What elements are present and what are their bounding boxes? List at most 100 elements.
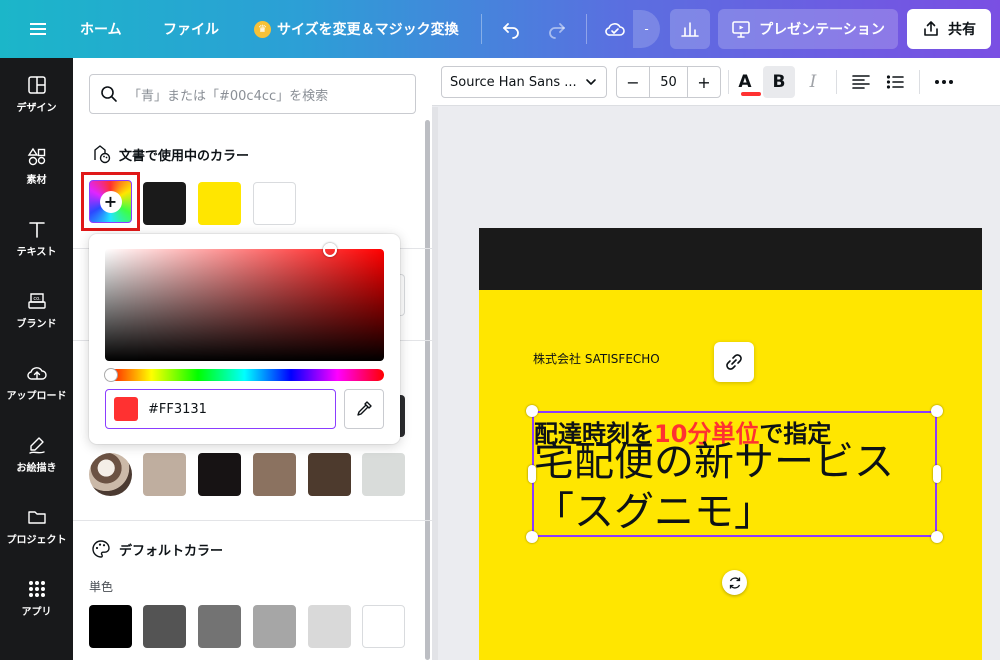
photo-color-swatch[interactable] [198, 453, 241, 496]
solid-color-swatch[interactable] [362, 605, 405, 648]
text-color-button[interactable]: A [729, 66, 762, 98]
page-header-band[interactable] [479, 228, 982, 290]
photo-color-swatch[interactable] [143, 453, 186, 496]
solid-color-swatch[interactable] [143, 605, 186, 648]
draw-icon [26, 434, 48, 456]
rail-item-draw[interactable]: お絵描き [0, 434, 73, 494]
resize-handle-right[interactable] [933, 465, 941, 483]
eyedropper-button[interactable] [344, 389, 384, 429]
eyedropper-icon [357, 401, 372, 416]
palette-icon [92, 540, 110, 558]
resize-handle-br[interactable] [931, 531, 943, 543]
present-button[interactable]: プレゼンテーション [718, 9, 898, 49]
collaborator-indicator[interactable]: - [633, 10, 660, 48]
brand-icon: co. [26, 290, 48, 312]
font-family-select[interactable]: Source Han Sans ... [441, 66, 607, 98]
more-options-button[interactable] [928, 66, 960, 98]
solid-colors-label: 単色 [89, 580, 114, 594]
rotate-handle[interactable] [722, 570, 747, 595]
solid-color-swatch[interactable] [253, 605, 296, 648]
divider [481, 14, 482, 44]
plus-icon: + [99, 190, 122, 213]
solid-color-swatch[interactable] [198, 605, 241, 648]
side-rail: デザイン 素材 テキスト co. ブランド アップロード お絵描き プロジェクト… [0, 58, 73, 660]
rail-item-apps[interactable]: アプリ [0, 578, 73, 638]
hex-value: #FF3131 [148, 401, 207, 417]
photo-color-swatch[interactable] [253, 453, 296, 496]
rail-item-upload[interactable]: アップロード [0, 362, 73, 422]
italic-button[interactable]: I [797, 66, 829, 98]
hex-input[interactable]: #FF3131 [105, 389, 336, 429]
saturation-knob[interactable] [323, 243, 337, 257]
menu-icon[interactable] [24, 0, 52, 58]
file-menu-button[interactable]: ファイル [163, 0, 219, 58]
insights-button[interactable] [670, 9, 710, 49]
top-bar: ホーム ファイル ♛ サイズを変更＆マジック変換 - プレゼンテーション 共有 [0, 0, 1000, 58]
share-icon [924, 21, 938, 36]
hue-knob[interactable] [104, 368, 118, 382]
home-button[interactable]: ホーム [80, 0, 122, 58]
resize-magic-button[interactable]: ♛ サイズを変更＆マジック変換 [254, 0, 459, 58]
list-button[interactable] [879, 66, 911, 98]
photo-color-swatch[interactable] [308, 453, 351, 496]
saturation-area[interactable] [105, 243, 384, 361]
rail-item-elements[interactable]: 素材 [0, 146, 73, 206]
rail-item-design[interactable]: デザイン [0, 74, 73, 134]
divider [73, 520, 432, 521]
present-label: プレゼンテーション [759, 22, 885, 38]
rail-item-brand[interactable]: co. ブランド [0, 290, 73, 350]
italic-icon: I [809, 72, 817, 92]
bullet-list-icon [886, 75, 904, 89]
panel-scrollbar[interactable] [425, 120, 430, 660]
divider [919, 70, 920, 94]
doc-color-swatch[interactable] [253, 182, 296, 225]
hue-slider[interactable] [104, 368, 384, 382]
layout-icon [26, 74, 48, 96]
doc-color-swatch[interactable] [143, 182, 186, 225]
align-button[interactable] [845, 66, 877, 98]
link-button[interactable] [714, 342, 754, 382]
svg-text:co.: co. [33, 296, 41, 302]
chevron-down-icon [586, 79, 596, 85]
photo-color-swatch[interactable] [362, 453, 405, 496]
rail-item-projects[interactable]: プロジェクト [0, 506, 73, 566]
doc-colors-title: 文書で使用中のカラー [119, 148, 250, 164]
cloud-save-icon[interactable] [601, 15, 629, 43]
rail-item-text[interactable]: テキスト [0, 218, 73, 278]
rail-label: テキスト [16, 247, 57, 258]
undo-icon[interactable] [497, 15, 525, 43]
selection-box [532, 411, 937, 537]
font-size-value[interactable]: 50 [649, 67, 688, 97]
resize-handle-left[interactable] [528, 465, 536, 483]
palette-doc-icon [94, 145, 111, 164]
increase-size-button[interactable]: + [688, 67, 720, 97]
search-placeholder: 「青」または「#00c4cc」を検索 [128, 88, 329, 104]
resize-handle-bl[interactable] [526, 531, 538, 543]
rail-label: アップロード [6, 391, 67, 402]
current-color-chip [114, 397, 138, 421]
company-name-text[interactable]: 株式会社 SATISFECHO [533, 350, 660, 367]
color-search-input[interactable]: 「青」または「#00c4cc」を検索 [89, 74, 416, 114]
decrease-size-button[interactable]: − [617, 67, 649, 97]
resize-handle-tr[interactable] [931, 405, 943, 417]
bold-button[interactable]: B [763, 66, 795, 98]
add-color-button[interactable]: + [89, 180, 132, 223]
solid-color-swatch[interactable] [89, 605, 132, 648]
photo-thumbnail[interactable] [89, 453, 132, 496]
font-name: Source Han Sans ... [450, 74, 577, 90]
rail-label: アプリ [21, 607, 52, 618]
redo-icon[interactable] [543, 15, 571, 43]
rail-label: デザイン [16, 103, 57, 114]
doc-color-swatch[interactable] [198, 182, 241, 225]
divider [586, 14, 587, 44]
search-icon [101, 86, 117, 102]
resize-handle-tl[interactable] [526, 405, 538, 417]
design-page[interactable]: 株式会社 SATISFECHO 配達時刻を10分単位で指定 宅配便の新サービス … [479, 228, 982, 660]
share-button[interactable]: 共有 [907, 9, 991, 49]
rail-label: 素材 [26, 175, 47, 186]
text-toolbar: Source Han Sans ... − 50 + A B I [432, 58, 1000, 106]
text-icon [26, 218, 48, 240]
canvas-scrollbar[interactable] [432, 107, 438, 660]
align-left-icon [852, 75, 870, 89]
solid-color-swatch[interactable] [308, 605, 351, 648]
